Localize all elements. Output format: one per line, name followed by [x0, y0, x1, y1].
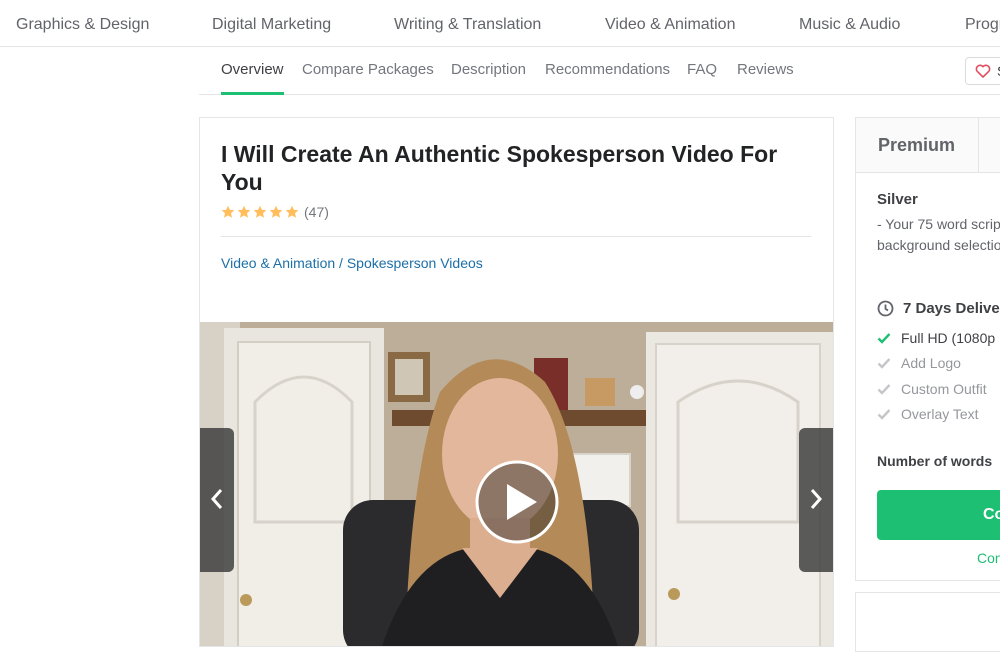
save-button[interactable]: S — [965, 57, 1000, 85]
star-icon — [237, 205, 251, 218]
next-slide-button[interactable] — [799, 428, 833, 572]
category-video-animation[interactable]: Video & Animation — [605, 16, 735, 34]
package-card: Premium Silver - Your 75 word scrip back… — [855, 117, 1000, 581]
feature-item: Overlay Text — [877, 406, 979, 422]
star-icon — [269, 205, 283, 218]
package-tab-divider — [978, 118, 979, 173]
category-graphics-design[interactable]: Graphics & Design — [16, 16, 149, 34]
contact-seller-card — [855, 592, 1000, 652]
feature-item: Add Logo — [877, 355, 961, 371]
check-icon — [877, 409, 891, 420]
divider — [221, 236, 811, 237]
gig-video-player[interactable] — [200, 322, 833, 646]
package-tabs: Premium — [856, 118, 1000, 173]
check-icon — [877, 384, 891, 395]
check-icon — [877, 358, 891, 369]
previous-slide-button[interactable] — [200, 428, 234, 572]
gig-overview-card: I Will Create An Authentic Spokesperson … — [199, 117, 834, 647]
star-icon — [253, 205, 267, 218]
breadcrumb-subcategory-link[interactable]: Spokesperson Videos — [347, 255, 483, 271]
package-description: - Your 75 word scrip background selectio — [877, 214, 1000, 256]
heart-icon — [975, 64, 991, 78]
gig-sub-nav: Overview Compare Packages Description Re… — [199, 47, 1000, 95]
rating-count: (47) — [304, 204, 329, 220]
feature-item: Custom Outfit — [877, 381, 987, 397]
star-icon — [285, 205, 299, 218]
package-tab-premium[interactable]: Premium — [878, 135, 955, 156]
tab-recommendations[interactable]: Recommendations — [545, 61, 670, 95]
compare-packages-link[interactable]: Con — [977, 550, 1000, 566]
breadcrumb-separator: / — [339, 255, 343, 271]
category-nav: Graphics & Design Digital Marketing Writ… — [0, 0, 1000, 47]
chevron-right-icon — [810, 489, 823, 509]
tab-faq[interactable]: FAQ — [687, 61, 717, 95]
tab-reviews[interactable]: Reviews — [737, 61, 794, 95]
chevron-left-icon — [210, 489, 223, 509]
feature-label: Overlay Text — [901, 406, 979, 422]
package-description-line: background selectio — [877, 237, 1000, 253]
clock-icon — [877, 300, 894, 317]
feature-item: Full HD (1080p — [877, 330, 995, 346]
package-name: Silver — [877, 191, 918, 208]
play-icon[interactable] — [474, 459, 560, 545]
delivery-time: 7 Days Deliver — [877, 300, 1000, 317]
continue-label: Co — [983, 506, 1000, 523]
category-music-audio[interactable]: Music & Audio — [799, 16, 900, 34]
breadcrumb: Video & Animation / Spokesperson Videos — [221, 255, 483, 271]
continue-button[interactable]: Co — [877, 490, 1000, 540]
category-programming[interactable]: Progr — [965, 16, 1000, 34]
package-description-line: - Your 75 word scrip — [877, 216, 1000, 232]
tab-compare-packages[interactable]: Compare Packages — [302, 61, 434, 95]
delivery-label: 7 Days Deliver — [903, 300, 1000, 317]
breadcrumb-category-link[interactable]: Video & Animation — [221, 255, 335, 271]
feature-label: Custom Outfit — [901, 381, 987, 397]
check-icon — [877, 333, 891, 344]
gig-rating: (47) — [221, 204, 329, 220]
feature-label: Full HD (1080p — [901, 330, 996, 346]
category-writing-translation[interactable]: Writing & Translation — [394, 16, 541, 34]
tab-description[interactable]: Description — [451, 61, 526, 95]
gig-title: I Will Create An Authentic Spokesperson … — [221, 141, 778, 195]
star-icon — [221, 205, 235, 218]
tab-overview[interactable]: Overview — [221, 61, 284, 95]
number-of-words-label: Number of words — [877, 453, 993, 469]
category-digital-marketing[interactable]: Digital Marketing — [212, 16, 331, 34]
feature-label: Add Logo — [901, 355, 961, 371]
